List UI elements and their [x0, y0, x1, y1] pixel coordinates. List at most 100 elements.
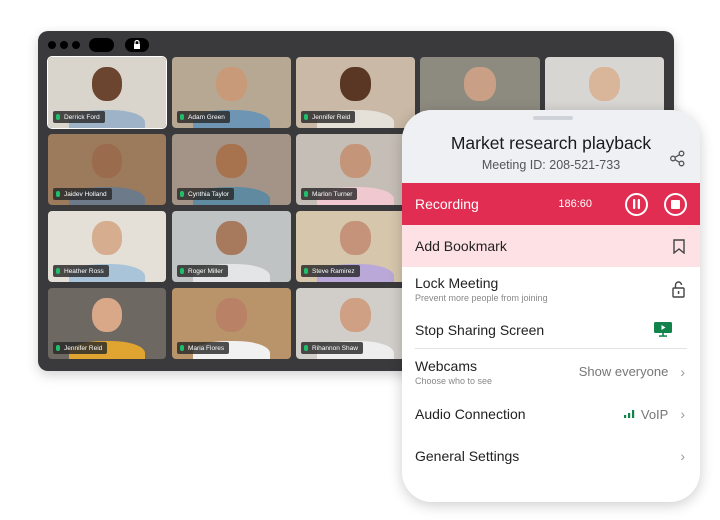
audio-connection-label: Audio Connection: [415, 406, 526, 422]
participant-name: Derrick Ford: [64, 113, 100, 121]
lock-meeting-label: Lock Meeting: [415, 275, 499, 291]
bookmark-icon: [673, 238, 685, 254]
recording-bar: Recording 186:60: [402, 183, 700, 225]
participant-video: [464, 66, 496, 102]
participant-video: [340, 220, 371, 256]
participant-name-badge: Rihannon Shaw: [301, 342, 363, 354]
participant-name-badge: Heather Ross: [53, 265, 109, 277]
chevron-right-icon: ›: [680, 448, 685, 464]
participant-tile[interactable]: Steve Ramirez: [296, 211, 415, 282]
recording-label: Recording: [415, 196, 479, 212]
microphone-icon: [56, 114, 60, 120]
signal-icon: [623, 410, 635, 418]
webcams-label: Webcams: [415, 357, 477, 374]
participant-video: [91, 297, 123, 333]
participant-name-badge: Adam Green: [177, 111, 230, 123]
general-settings-label: General Settings: [415, 448, 520, 464]
pause-recording-button[interactable]: [625, 192, 648, 216]
participant-name-badge: Roger Miller: [177, 265, 229, 277]
lock-meeting-item[interactable]: Lock Meeting Prevent more people from joi…: [402, 267, 700, 311]
participant-video: [91, 220, 123, 256]
participant-tile[interactable]: Cynthia Taylor: [172, 134, 291, 205]
participant-tile[interactable]: Roger Miller: [172, 211, 291, 282]
meeting-controls-panel: Market research playback Meeting ID: 208…: [402, 110, 700, 502]
stop-sharing-label: Stop Sharing Screen: [415, 321, 545, 338]
participant-name-badge: Derrick Ford: [53, 111, 105, 123]
screen-share-icon: [654, 322, 672, 337]
participant-video: [216, 297, 247, 333]
audio-connection-item[interactable]: Audio Connection VoIP ›: [402, 394, 700, 434]
microphone-icon: [304, 114, 308, 120]
participant-tile[interactable]: Maria Flores: [172, 288, 291, 359]
participant-video: [216, 66, 247, 102]
participant-video: [589, 66, 620, 102]
participant-name-badge: Cynthia Taylor: [177, 188, 235, 200]
microphone-icon: [56, 345, 60, 351]
chevron-right-icon: ›: [680, 363, 685, 380]
window-dot[interactable]: [60, 41, 68, 49]
panel-header: Market research playback Meeting ID: 208…: [402, 110, 700, 183]
microphone-icon: [180, 268, 184, 274]
meeting-title: Market research playback: [450, 133, 652, 153]
recording-time: 186:60: [558, 198, 592, 210]
participant-name: Maria Flores: [188, 344, 225, 352]
microphone-icon: [56, 191, 60, 197]
microphone-icon: [180, 191, 184, 197]
webcams-sub: Choose who to see: [415, 375, 493, 386]
participant-tile[interactable]: Adam Green: [172, 57, 291, 128]
microphone-icon: [180, 345, 184, 351]
add-bookmark-label: Add Bookmark: [415, 238, 507, 254]
participant-name: Marlon Turner: [312, 190, 353, 198]
audio-value: VoIP: [640, 406, 669, 422]
participant-name: Jennifer Reid: [312, 113, 351, 121]
lock-meeting-sub: Prevent more people from joining: [415, 293, 548, 303]
participant-video: [91, 66, 123, 102]
unlock-icon: [672, 280, 685, 298]
participant-tile[interactable]: Jennifer Reid: [48, 288, 166, 359]
participant-name-badge: Marlon Turner: [301, 188, 358, 200]
drag-handle[interactable]: [533, 116, 573, 120]
window-pill[interactable]: [89, 38, 114, 52]
participant-tile[interactable]: Marlon Turner: [296, 134, 415, 205]
participant-tile[interactable]: Heather Ross: [48, 211, 166, 282]
participant-name-badge: Steve Ramirez: [301, 265, 360, 277]
window-dot[interactable]: [72, 41, 80, 49]
participant-name: Adam Green: [188, 113, 225, 121]
participant-name: Rihannon Shaw: [312, 344, 358, 352]
webcams-item[interactable]: Webcams Choose who to see Show everyone ›: [402, 349, 700, 394]
participant-name-badge: Maria Flores: [177, 342, 230, 354]
participant-video: [340, 66, 371, 102]
stop-recording-button[interactable]: [664, 192, 687, 216]
webcams-value: Show everyone: [578, 364, 669, 379]
participant-name: Heather Ross: [64, 267, 104, 275]
participant-tile[interactable]: Jennifer Reid: [296, 57, 415, 128]
participant-video: [340, 297, 371, 333]
general-settings-item[interactable]: General Settings ›: [402, 434, 700, 478]
microphone-icon: [304, 191, 308, 197]
microphone-icon: [180, 114, 184, 120]
participant-video: [91, 143, 123, 179]
participant-video: [340, 143, 371, 179]
microphone-icon: [304, 345, 308, 351]
participant-name: Cynthia Taylor: [188, 190, 230, 198]
chevron-right-icon: ›: [680, 406, 685, 422]
participant-name: Roger Miller: [188, 267, 224, 275]
participant-name: Steve Ramirez: [312, 267, 355, 275]
participant-video: [216, 143, 247, 179]
lock-button[interactable]: [125, 38, 149, 52]
window-dot[interactable]: [48, 41, 56, 49]
participant-tile[interactable]: Derrick Ford: [47, 56, 167, 129]
participant-name-badge: Jennifer Reid: [301, 111, 356, 123]
pause-icon: [633, 199, 640, 209]
stop-sharing-item[interactable]: Stop Sharing Screen: [415, 311, 687, 349]
microphone-icon: [56, 268, 60, 274]
participant-name: Jennifer Reid: [64, 344, 103, 352]
microphone-icon: [304, 268, 308, 274]
share-icon[interactable]: [669, 150, 686, 167]
participant-name-badge: Jaidev Holland: [53, 188, 112, 200]
participant-name-badge: Jennifer Reid: [53, 342, 108, 354]
participant-tile[interactable]: Jaidev Holland: [48, 134, 166, 205]
meeting-id: Meeting ID: 208-521-733: [481, 158, 621, 172]
add-bookmark-item[interactable]: Add Bookmark: [402, 225, 700, 267]
participant-tile[interactable]: Rihannon Shaw: [296, 288, 415, 359]
